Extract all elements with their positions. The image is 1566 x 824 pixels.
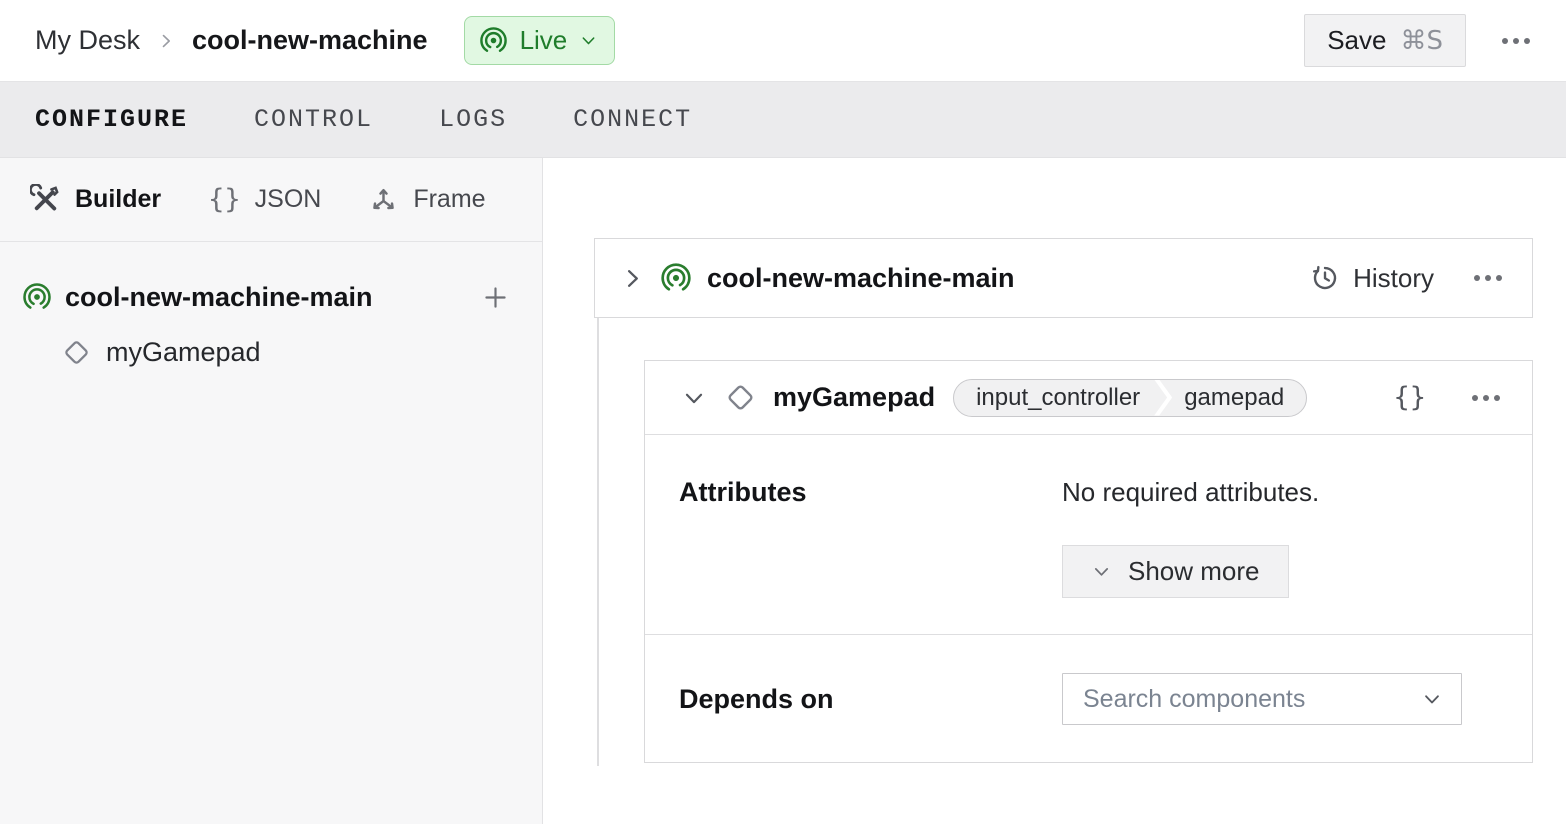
depends-search-select[interactable]: Search components bbox=[1062, 673, 1462, 725]
badge-divider-chevron-icon bbox=[1154, 380, 1172, 416]
ellipsis-icon bbox=[1472, 395, 1500, 401]
tools-icon bbox=[30, 184, 61, 215]
main-tabbar: CONFIGURE CONTROL LOGS CONNECT bbox=[0, 82, 1566, 158]
component-tree: cool-new-machine-main myGamepad bbox=[0, 242, 542, 374]
content-area: Builder {} JSON Frame bbox=[0, 158, 1566, 824]
machine-part-card: cool-new-machine-main History bbox=[594, 238, 1533, 318]
machine-part-live-icon bbox=[660, 262, 692, 294]
breadcrumb-my-desk[interactable]: My Desk bbox=[35, 25, 140, 56]
mode-builder-button[interactable]: Builder bbox=[30, 184, 161, 215]
component-diamond-icon bbox=[725, 382, 756, 413]
history-button[interactable]: History bbox=[1310, 263, 1434, 294]
config-main-panel: cool-new-machine-main History bbox=[543, 158, 1566, 824]
tree-machine-part-label: cool-new-machine-main bbox=[65, 282, 475, 313]
tree-item-machine-part[interactable]: cool-new-machine-main bbox=[0, 275, 542, 319]
machine-card-collapse-toggle[interactable] bbox=[613, 259, 652, 298]
mode-frame-button[interactable]: Frame bbox=[368, 184, 485, 215]
chevron-down-icon bbox=[1421, 688, 1443, 710]
tab-logs[interactable]: LOGS bbox=[439, 97, 507, 142]
depends-on-section: Depends on Search components bbox=[645, 635, 1532, 762]
attributes-section: Attributes No required attributes. Show … bbox=[645, 435, 1532, 635]
show-more-button[interactable]: Show more bbox=[1062, 545, 1289, 598]
depends-on-content: Search components bbox=[1062, 673, 1498, 725]
mode-json-label: JSON bbox=[255, 185, 322, 214]
config-sidebar: Builder {} JSON Frame bbox=[0, 158, 543, 824]
mode-builder-label: Builder bbox=[75, 185, 161, 214]
machine-part-live-icon bbox=[22, 282, 52, 312]
machine-card-overflow-menu-button[interactable] bbox=[1468, 269, 1508, 287]
live-status-label: Live bbox=[520, 25, 568, 56]
top-header: My Desk cool-new-machine Live Save ⌘S bbox=[0, 0, 1566, 82]
braces-icon: {} bbox=[208, 184, 241, 215]
chevron-down-icon bbox=[1091, 561, 1112, 582]
show-more-label: Show more bbox=[1128, 556, 1260, 587]
chevron-down-icon bbox=[579, 31, 598, 50]
component-card-title: myGamepad bbox=[773, 382, 935, 413]
ellipsis-icon bbox=[1502, 38, 1530, 44]
component-card-header: myGamepad input_controller gamepad {} bbox=[645, 361, 1532, 435]
view-mode-switcher: Builder {} JSON Frame bbox=[0, 158, 542, 242]
tab-configure[interactable]: CONFIGURE bbox=[35, 97, 188, 142]
header-overflow-menu-button[interactable] bbox=[1496, 32, 1536, 50]
depends-search-placeholder: Search components bbox=[1083, 685, 1305, 714]
mode-frame-label: Frame bbox=[413, 185, 485, 214]
nested-card-wrap: myGamepad input_controller gamepad {} bbox=[594, 318, 1533, 763]
attributes-content: No required attributes. Show more bbox=[1062, 477, 1498, 598]
add-component-button[interactable] bbox=[475, 277, 516, 318]
badge-type-label: input_controller bbox=[954, 380, 1154, 416]
history-icon bbox=[1310, 263, 1340, 293]
tree-item-mygamepad[interactable]: myGamepad bbox=[0, 330, 542, 374]
live-broadcast-icon bbox=[479, 26, 508, 55]
axes-icon bbox=[368, 184, 399, 215]
depends-on-label: Depends on bbox=[679, 673, 1062, 725]
app-root: My Desk cool-new-machine Live Save ⌘S bbox=[0, 0, 1566, 824]
attributes-empty-text: No required attributes. bbox=[1062, 477, 1498, 507]
save-shortcut-hint: ⌘S bbox=[1400, 26, 1443, 56]
breadcrumb-separator-icon bbox=[156, 31, 176, 51]
save-button[interactable]: Save ⌘S bbox=[1304, 14, 1466, 67]
component-card-mygamepad: myGamepad input_controller gamepad {} bbox=[644, 360, 1533, 763]
tab-connect[interactable]: CONNECT bbox=[573, 97, 692, 142]
header-actions: Save ⌘S bbox=[1304, 14, 1536, 67]
component-collapse-toggle[interactable] bbox=[675, 379, 713, 417]
mode-json-button[interactable]: {} JSON bbox=[208, 184, 321, 215]
badge-model-label: gamepad bbox=[1172, 380, 1306, 416]
ellipsis-icon bbox=[1474, 275, 1502, 281]
breadcrumb: My Desk cool-new-machine Live bbox=[35, 16, 615, 65]
live-status-dropdown[interactable]: Live bbox=[464, 16, 616, 65]
component-type-badge: input_controller gamepad bbox=[953, 379, 1307, 417]
history-button-label: History bbox=[1353, 263, 1434, 294]
tree-connector-line bbox=[597, 318, 599, 766]
component-overflow-menu-button[interactable] bbox=[1466, 389, 1506, 407]
component-diamond-icon bbox=[62, 338, 91, 367]
tree-mygamepad-label: myGamepad bbox=[106, 337, 261, 368]
attributes-label: Attributes bbox=[679, 477, 1062, 598]
braces-icon: {} bbox=[1393, 382, 1426, 413]
tab-control[interactable]: CONTROL bbox=[254, 97, 373, 142]
machine-card-title: cool-new-machine-main bbox=[707, 263, 1310, 294]
save-button-label: Save bbox=[1327, 25, 1386, 56]
component-json-button[interactable]: {} bbox=[1387, 376, 1432, 419]
breadcrumb-machine-name: cool-new-machine bbox=[192, 25, 428, 56]
